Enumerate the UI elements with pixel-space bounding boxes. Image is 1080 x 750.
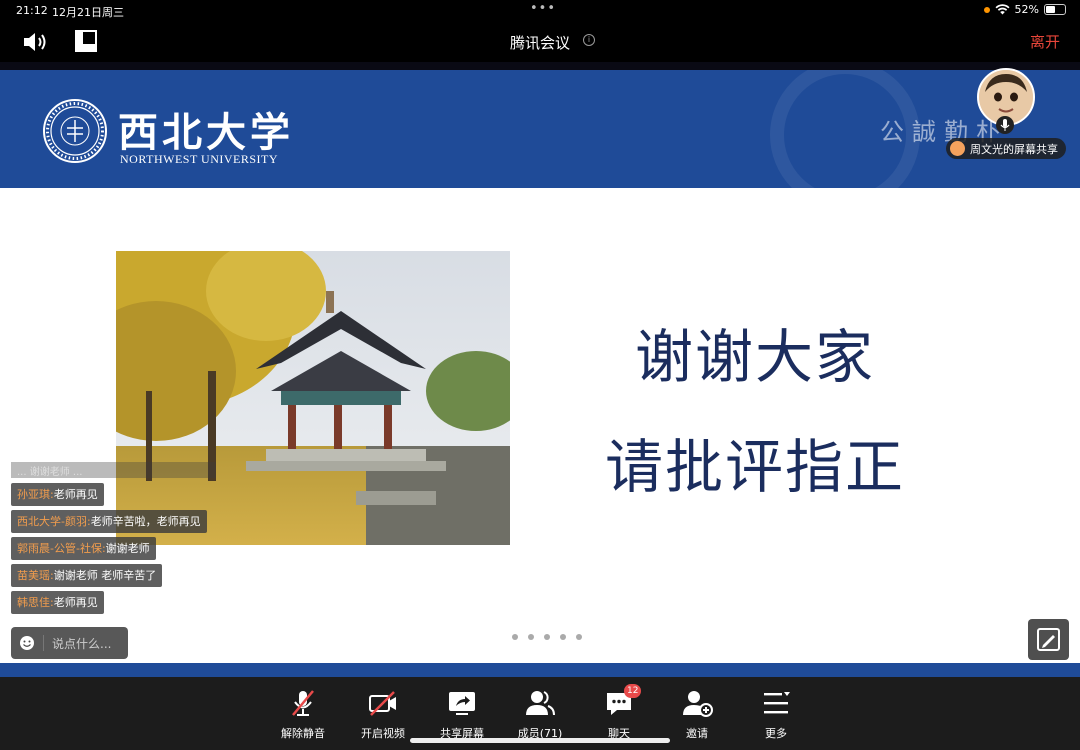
sharer-avatar-icon (950, 141, 965, 156)
chat-message: 西北大学-颜羽: 老师辛苦啦，老师再见 (11, 510, 207, 533)
chat-message-faded: ... 谢谢老师 ... (11, 462, 216, 478)
screen-share-label: 周文光的屏幕共享 (970, 142, 1058, 156)
status-date: 12月21日周三 (52, 6, 124, 19)
chat-text: 谢谢老师 老师辛苦了 (53, 569, 157, 582)
presenter-mic-icon (996, 116, 1014, 134)
battery-fill (1046, 6, 1056, 13)
privacy-dot-icon (983, 6, 990, 13)
page-indicator[interactable] (512, 634, 582, 640)
info-icon[interactable]: i (583, 34, 595, 46)
page-dot[interactable] (560, 634, 566, 640)
status-time: 21:12 (16, 4, 48, 17)
chat-message-list: 孙亚琪: 老师再见 西北大学-颜羽: 老师辛苦啦，老师再见 郭雨晨-公管-社保: 谢谢老师… (11, 483, 207, 614)
slide-header-banner: 西北大学 NORTHWEST UNIVERSITY 公誠勤朴 (0, 70, 1080, 188)
slide-top-strip (0, 62, 1080, 70)
invite-icon (683, 691, 713, 717)
chat-message: 郭雨晨-公管-社保: 谢谢老师 (11, 537, 156, 560)
chat-unread-badge: 12 (624, 684, 642, 698)
page-dot[interactable] (512, 634, 518, 640)
more-button[interactable]: 更多 (741, 687, 811, 741)
university-seal-icon (43, 99, 107, 163)
chat-text: 谢谢老师 (105, 542, 150, 555)
screen-share-badge[interactable]: 周文光的屏幕共享 (946, 138, 1066, 159)
chat-sender: 孙亚琪: (17, 488, 54, 501)
annotate-icon (1037, 628, 1060, 651)
chat-text: 老师再见 (53, 488, 98, 501)
chat-sender: 西北大学-颜羽: (17, 515, 91, 528)
chat-message: 苗美瑶: 谢谢老师 老师辛苦了 (11, 564, 163, 587)
chat-sender: 苗美瑶: (17, 569, 54, 582)
chat-sender: 韩思佳: (17, 596, 54, 609)
wifi-icon (995, 4, 1010, 15)
members-icon (526, 691, 555, 716)
university-name-en: NORTHWEST UNIVERSITY (120, 152, 279, 166)
more-label: 更多 (765, 727, 787, 740)
slide-heading-line-1: 谢谢大家 (634, 323, 875, 391)
mic-muted-icon (292, 690, 314, 716)
page-dot[interactable] (576, 634, 582, 640)
start-video-button[interactable]: 开启视频 (348, 687, 418, 741)
chat-message: 孙亚琪: 老师再见 (11, 483, 104, 506)
meeting-title: 腾讯会议 (509, 34, 570, 52)
battery-percent: 52% (1014, 3, 1039, 16)
slide-heading-line-2: 请批评指正 (604, 433, 905, 501)
video-off-icon (369, 691, 396, 716)
members-button[interactable]: 成员(71) (505, 687, 575, 741)
chat-button[interactable]: 12 聊天 (584, 684, 654, 741)
start-video-label: 开启视频 (361, 727, 405, 740)
unmute-label: 解除静音 (281, 727, 325, 740)
chat-input-placeholder: 说点什么... (52, 636, 112, 651)
share-screen-icon (449, 692, 475, 715)
university-name-cn: 西北大学 (118, 109, 294, 156)
meeting-title-bar: 腾讯会议 i 离开 (0, 22, 1080, 62)
annotate-button[interactable] (1028, 619, 1069, 660)
page-dot[interactable] (528, 634, 534, 640)
chat-input[interactable]: 说点什么... (11, 627, 128, 659)
slide-footer-band (0, 663, 1080, 677)
share-screen-button[interactable]: 共享屏幕 (427, 687, 497, 741)
unmute-button[interactable]: 解除静音 (268, 687, 338, 741)
chat-message: 韩思佳: 老师再见 (11, 591, 104, 614)
home-indicator[interactable] (410, 738, 670, 743)
chat-text: 老师辛苦啦，老师再见 (90, 515, 201, 528)
leave-button[interactable]: 离开 (1030, 31, 1060, 52)
status-bar: 21:12 12月21日周三 ••• 52% (0, 0, 1080, 22)
page-dot[interactable] (544, 634, 550, 640)
chat-input-divider (43, 635, 44, 651)
chat-sender: 郭雨晨-公管-社保: (17, 542, 106, 555)
invite-label: 邀请 (686, 727, 708, 740)
multitask-dots[interactable]: ••• (530, 1, 556, 16)
invite-button[interactable]: 邀请 (662, 687, 732, 741)
emoji-icon[interactable] (19, 635, 35, 651)
more-icon (764, 692, 790, 714)
chat-text: 老师再见 (53, 596, 98, 609)
status-indicators: 52% (983, 3, 1066, 16)
battery-icon (1044, 4, 1066, 15)
